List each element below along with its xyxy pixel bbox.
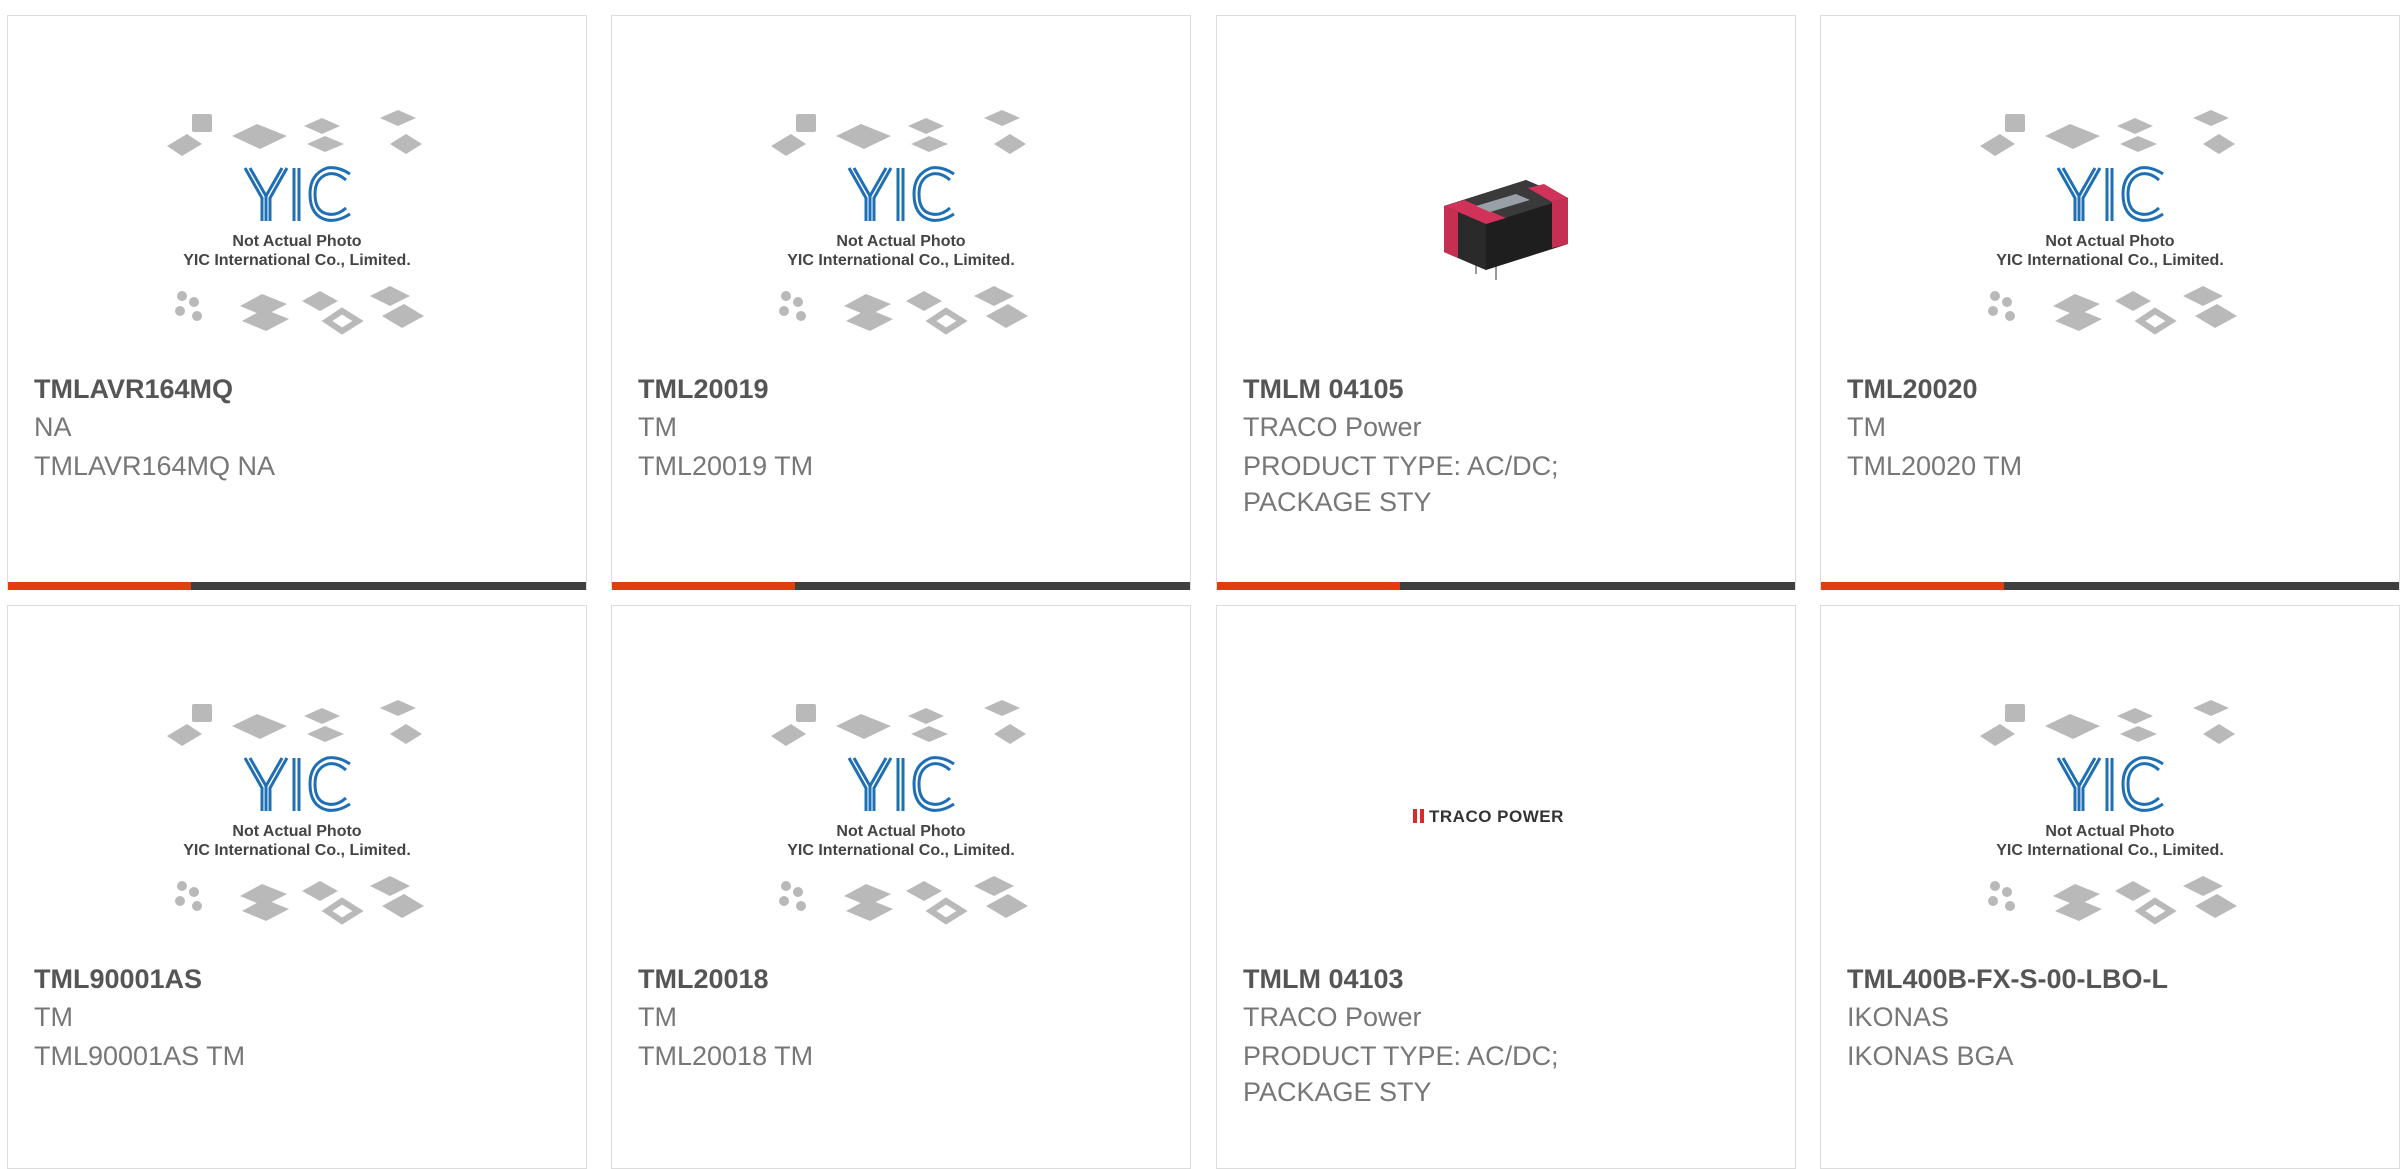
product-description: TML20020 TM xyxy=(1847,451,2023,481)
card-accent-bar xyxy=(8,582,191,590)
product-description: TML90001AS TM xyxy=(34,1041,246,1071)
product-image[interactable]: Not Actual Photo YIC International Co., … xyxy=(1821,686,2399,946)
product-brand: TM xyxy=(638,412,677,442)
not-actual-photo-placeholder: Not Actual Photo YIC International Co., … xyxy=(771,700,1028,925)
placeholder-caption-1: Not Actual Photo xyxy=(836,233,965,250)
product-title[interactable]: TML20018 xyxy=(638,964,1170,995)
placeholder-caption-2: YIC International Co., Limited. xyxy=(183,252,411,269)
product-description: PRODUCT TYPE: AC/DC; PACKAGE STY xyxy=(1243,1041,1559,1107)
not-actual-photo-placeholder: Not Actual Photo YIC International Co., … xyxy=(1980,110,2237,335)
product-title[interactable]: TML90001AS xyxy=(34,964,566,995)
product-card[interactable]: Not Actual Photo YIC International Co., … xyxy=(7,15,587,590)
product-brand: TM xyxy=(638,1002,677,1032)
card-bottom-bar xyxy=(8,582,586,590)
product-title[interactable]: TML20019 xyxy=(638,374,1170,405)
card-bottom-bar xyxy=(1821,582,2399,590)
product-image[interactable]: TRACO POWER xyxy=(1217,686,1795,946)
product-description: TML20019 TM xyxy=(638,451,814,481)
product-title[interactable]: TML400B-FX-S-00-LBO-L xyxy=(1847,964,2379,995)
product-image[interactable]: Not Actual Photo YIC International Co., … xyxy=(1821,96,2399,356)
traco-logo-text: TRACO POWER xyxy=(1429,807,1564,826)
product-brand: TRACO Power xyxy=(1243,1002,1422,1032)
placeholder-caption-1: Not Actual Photo xyxy=(836,823,965,840)
card-bottom-bar xyxy=(1217,582,1795,590)
product-title[interactable]: TMLM 04103 xyxy=(1243,964,1775,995)
not-actual-photo-placeholder: Not Actual Photo YIC International Co., … xyxy=(771,110,1028,335)
card-accent-bar xyxy=(612,582,795,590)
product-brand: NA xyxy=(34,412,72,442)
placeholder-caption-1: Not Actual Photo xyxy=(232,233,361,250)
placeholder-caption-1: Not Actual Photo xyxy=(2045,233,2174,250)
product-brand: TM xyxy=(1847,412,1886,442)
product-card[interactable]: Not Actual Photo YIC International Co., … xyxy=(7,605,587,1169)
product-card[interactable]: Not Actual Photo YIC International Co., … xyxy=(1820,15,2400,590)
product-card[interactable]: TRACO POWER TMLM 04103 TRACO Power PRODUCT… xyxy=(1216,605,1796,1169)
card-accent-bar xyxy=(1821,582,2004,590)
product-image[interactable]: Not Actual Photo YIC International Co., … xyxy=(612,686,1190,946)
card-bottom-bar xyxy=(612,582,1190,590)
traco-power-logo: TRACO POWER xyxy=(1413,807,1564,826)
product-title[interactable]: TML20020 xyxy=(1847,374,2379,405)
product-description: TMLAVR164MQ NA xyxy=(34,451,276,481)
not-actual-photo-placeholder: Not Actual Photo YIC International Co., … xyxy=(1980,700,2237,925)
product-image[interactable] xyxy=(1217,96,1795,356)
product-image[interactable]: Not Actual Photo YIC International Co., … xyxy=(612,96,1190,356)
card-accent-bar xyxy=(1217,582,1400,590)
product-description: TML20018 TM xyxy=(638,1041,814,1071)
not-actual-photo-placeholder: Not Actual Photo YIC International Co., … xyxy=(167,110,424,335)
ac-dc-module-photo xyxy=(1444,180,1568,280)
placeholder-caption-1: Not Actual Photo xyxy=(2045,823,2174,840)
product-image[interactable]: Not Actual Photo YIC International Co., … xyxy=(8,686,586,946)
product-brand: TRACO Power xyxy=(1243,412,1422,442)
not-actual-photo-placeholder: Not Actual Photo YIC International Co., … xyxy=(167,700,424,925)
product-title[interactable]: TMLAVR164MQ xyxy=(34,374,566,405)
product-card[interactable]: TMLM 04105 TRACO Power PRODUCT TYPE: AC/DC… xyxy=(1216,15,1796,590)
product-image[interactable]: Not Actual Photo YIC International Co., … xyxy=(8,96,586,356)
placeholder-caption-2: YIC International Co., Limited. xyxy=(183,842,411,859)
placeholder-caption-1: Not Actual Photo xyxy=(232,823,361,840)
placeholder-caption-2: YIC International Co., Limited. xyxy=(787,252,1015,269)
product-card[interactable]: Not Actual Photo YIC International Co., … xyxy=(611,15,1191,590)
placeholder-caption-2: YIC International Co., Limited. xyxy=(1996,252,2224,269)
product-description: IKONAS BGA xyxy=(1847,1041,2014,1071)
product-brand: IKONAS xyxy=(1847,1002,1950,1032)
product-title[interactable]: TMLM 04105 xyxy=(1243,374,1775,405)
placeholder-caption-2: YIC International Co., Limited. xyxy=(787,842,1015,859)
product-card[interactable]: Not Actual Photo YIC International Co., … xyxy=(611,605,1191,1169)
product-description: PRODUCT TYPE: AC/DC; PACKAGE STY xyxy=(1243,451,1559,517)
product-brand: TM xyxy=(34,1002,73,1032)
product-card[interactable]: Not Actual Photo YIC International Co., … xyxy=(1820,605,2400,1169)
placeholder-caption-2: YIC International Co., Limited. xyxy=(1996,842,2224,859)
